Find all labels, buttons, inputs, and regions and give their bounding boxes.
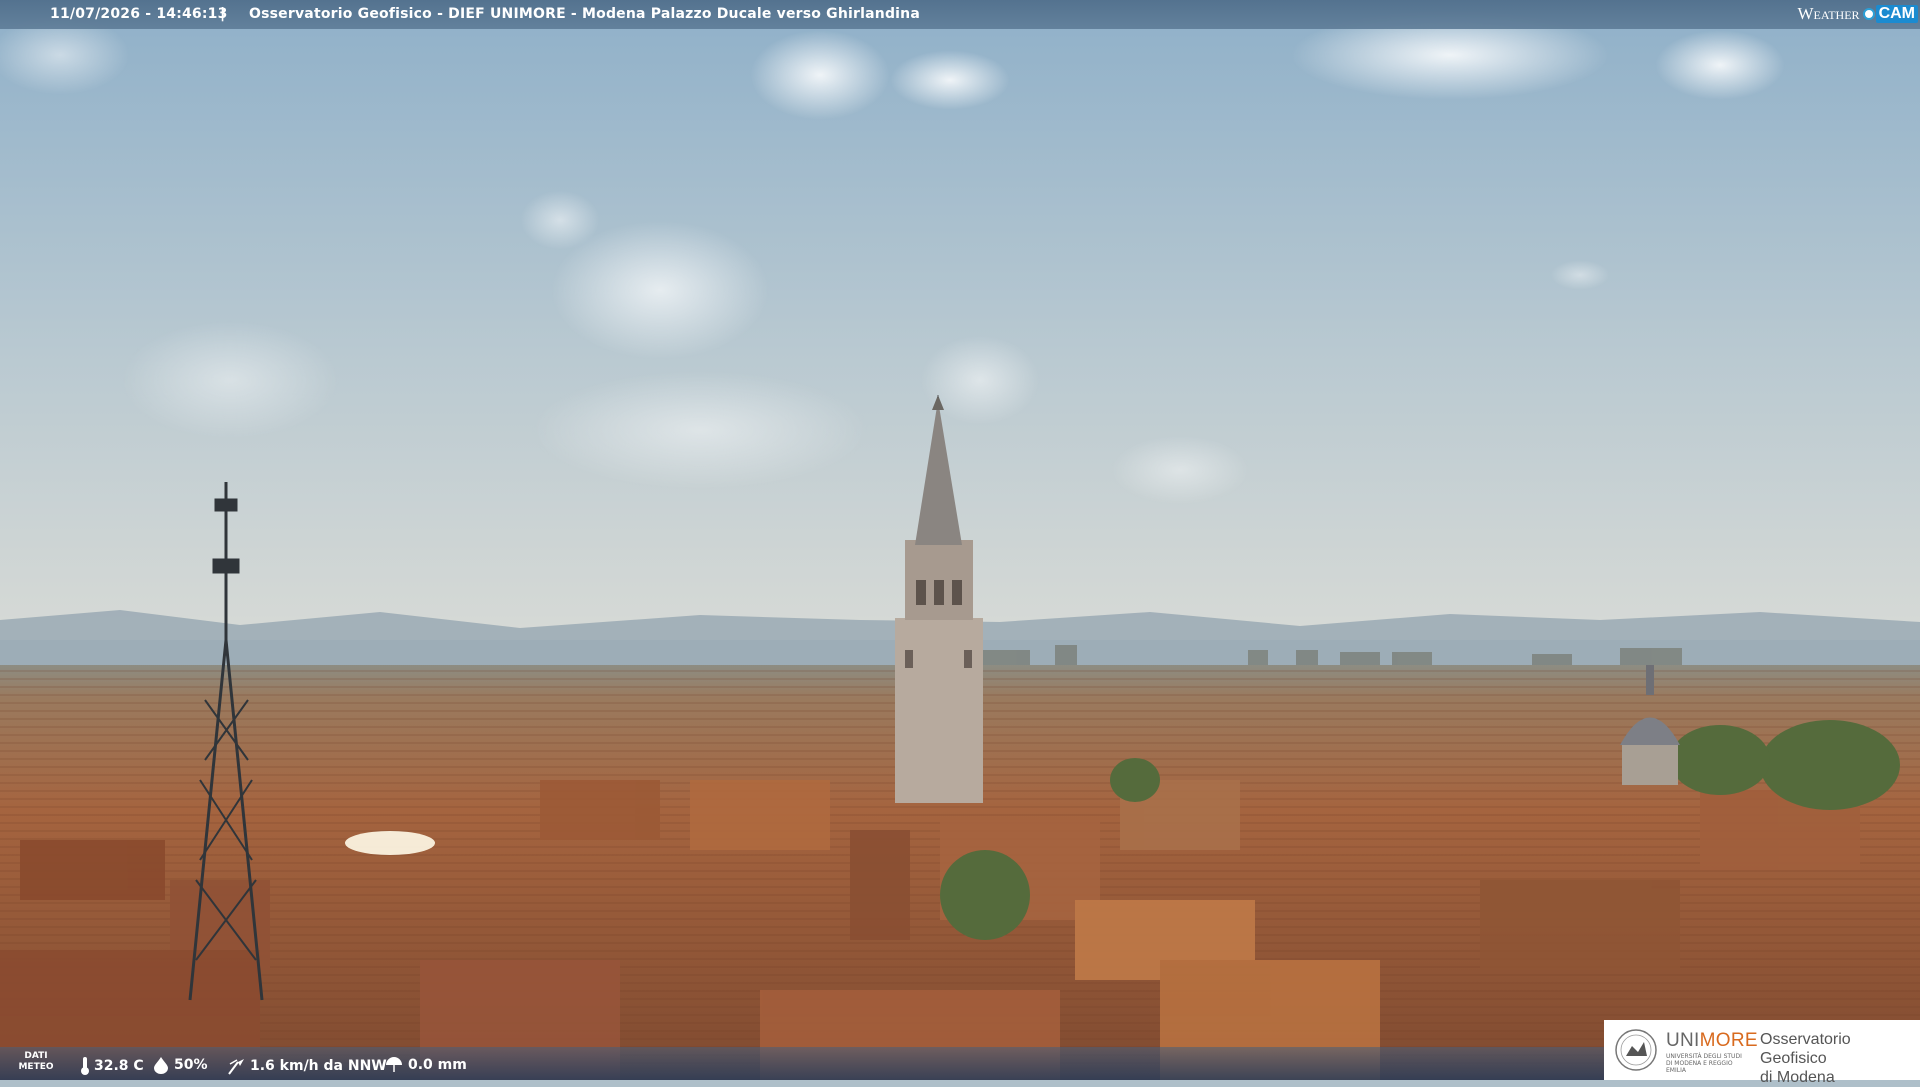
thermometer-icon [81, 1057, 89, 1075]
unimore-wordmark: UNIMORE [1666, 1030, 1758, 1051]
camera-title: Osservatorio Geofisico - DIEF UNIMORE - … [249, 6, 920, 22]
observatory-name: Osservatorio Geofisico di Modena [1760, 1031, 1851, 1086]
humidity-drop-icon [154, 1057, 168, 1074]
weathercam-logo: Weather CAM [1798, 3, 1918, 25]
weathercam-brand-weather: Weather [1797, 4, 1860, 23]
unimore-logo: UNIMORE UNIVERSITÀ DEGLI STUDI DI MODENA… [1604, 1020, 1920, 1086]
unimore-seal-icon [1615, 1029, 1657, 1071]
wind-reading: 1.6 km/h da NNW [226, 1056, 387, 1076]
humidity-reading: 50% [152, 1056, 208, 1074]
sun-glare [345, 831, 435, 855]
timestamp: 11/07/2026 - 14:46:13 [50, 6, 228, 22]
humidity-value: 50% [174, 1057, 208, 1073]
temperature-value: 32.8 C [94, 1058, 144, 1074]
unimore-subtitle: UNIVERSITÀ DEGLI STUDI DI MODENA E REGGI… [1666, 1053, 1742, 1074]
webcam-scene [0, 0, 1920, 1080]
rain-reading: 0.0 mm [384, 1056, 467, 1074]
rain-value: 0.0 mm [408, 1057, 467, 1073]
separator: | [220, 6, 226, 22]
rain-icon [386, 1057, 402, 1072]
wind-value: 1.6 km/h da NNW [250, 1058, 387, 1074]
temperature-reading: 32.8 C [80, 1056, 144, 1076]
weather-label: DATI METEO [18, 1051, 54, 1072]
weathercam-dot-icon [1862, 8, 1875, 20]
weathercam-brand-cam: CAM [1875, 5, 1918, 23]
wind-icon [228, 1059, 244, 1075]
